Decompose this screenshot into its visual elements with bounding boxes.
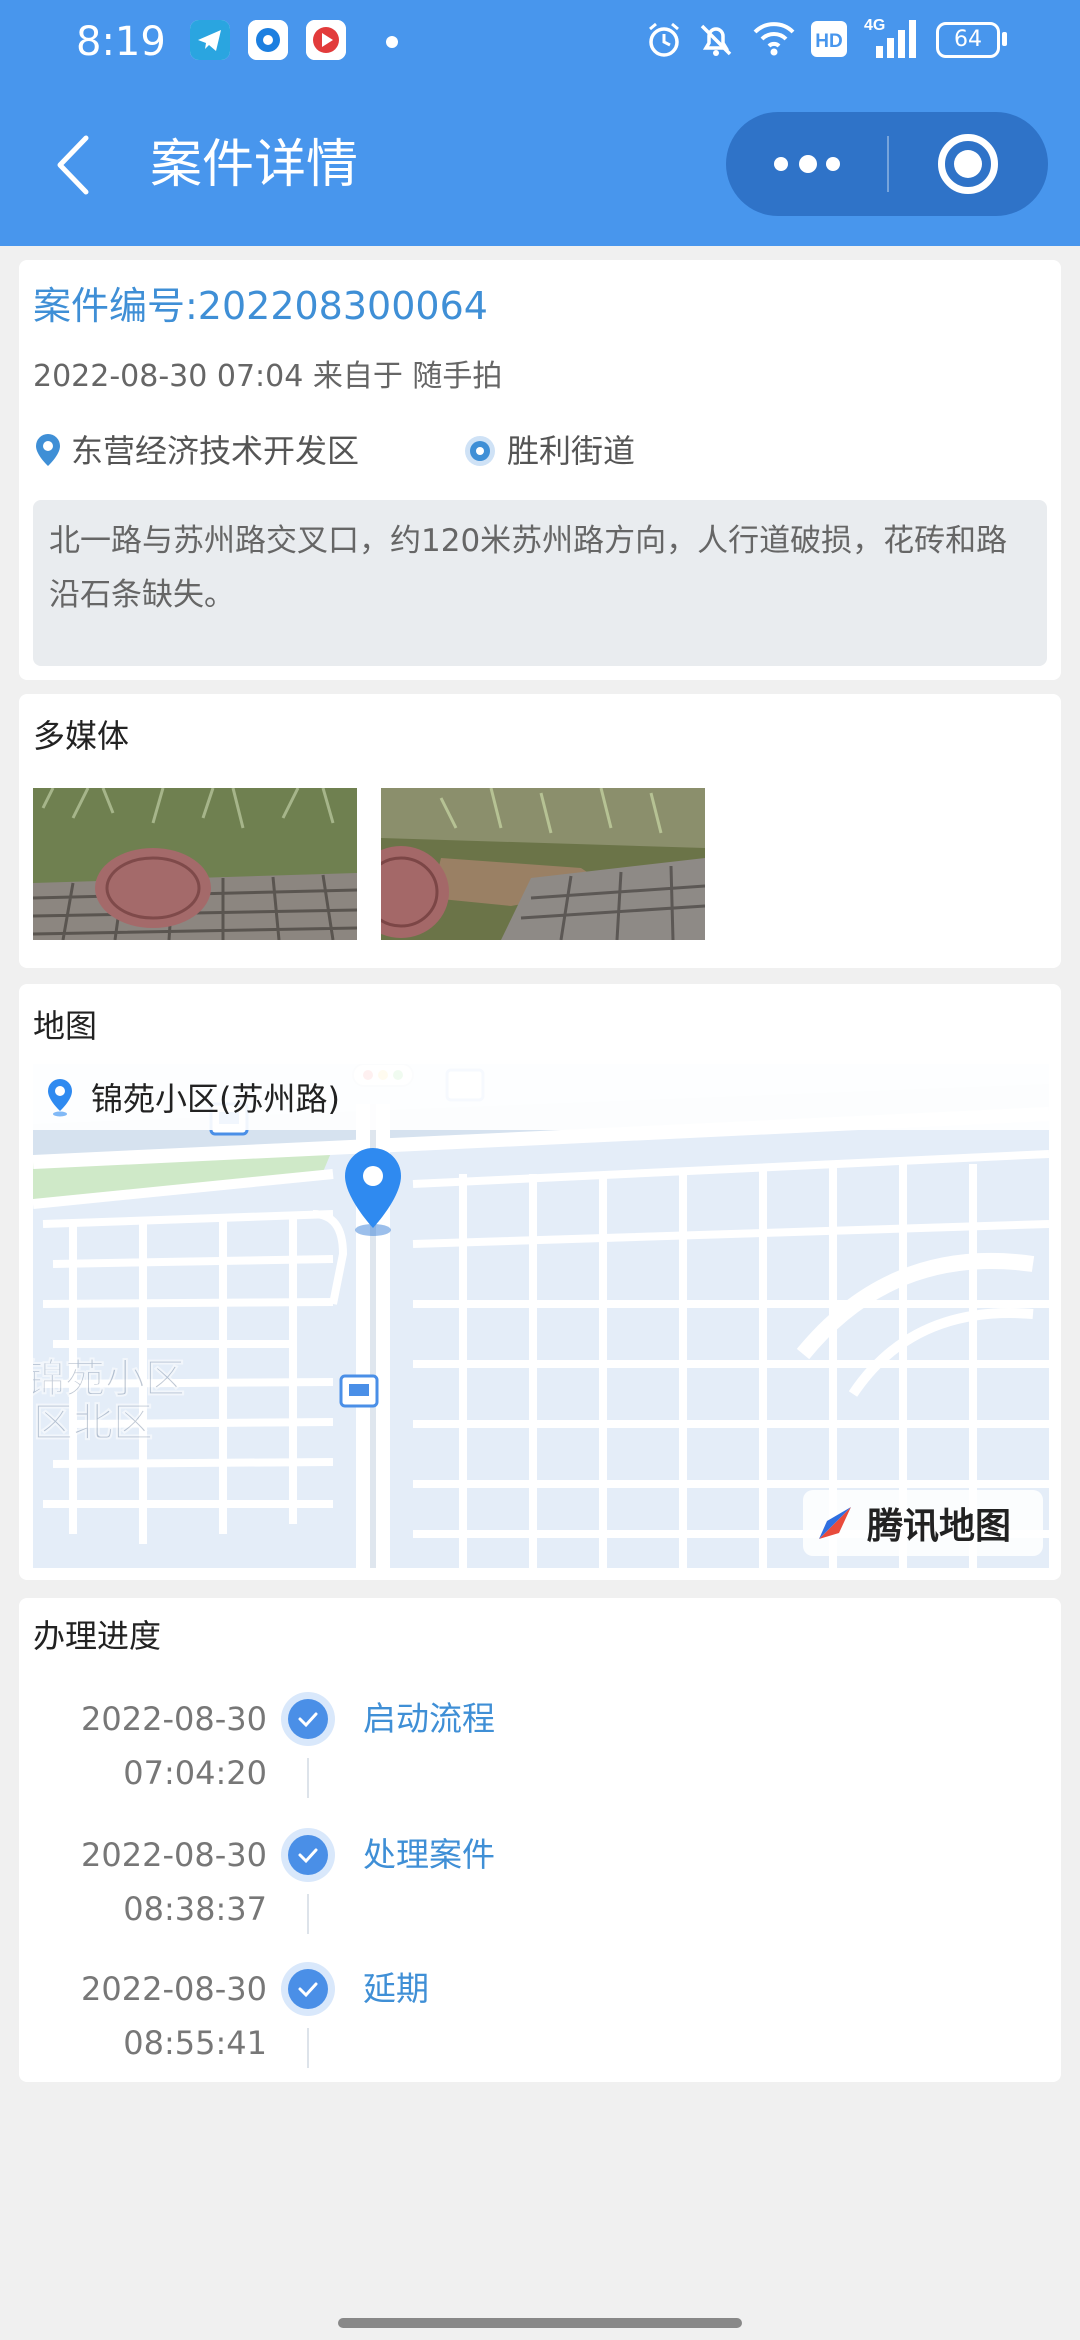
step-date: 2022-08-30 [81,1836,267,1874]
step-name: 启动流程 [363,1699,495,1738]
step-check-icon [281,1828,335,1882]
map-provider-name: 腾讯地图 [867,1506,1012,1547]
target-pin-icon [465,436,495,466]
photo-thumbnail-2 [381,788,705,940]
progress-section-title: 办理进度 [33,1617,162,1655]
more-button[interactable] [726,112,886,216]
close-miniprogram-button[interactable] [888,112,1048,216]
battery-indicator: 64 [936,22,1000,58]
street-name: 胜利街道 [507,432,636,470]
telegram-icon [190,20,230,60]
step-name: 延期 [363,1969,429,2008]
step-datetime: 2022-08-30 08:55:41 [81,1962,267,2070]
location-pin-icon [36,434,60,466]
location-pin-icon [48,1079,72,1117]
more-dot [799,155,817,173]
photo-thumbnail-1 [33,788,357,940]
district-name: 东营经济技术开发区 [71,432,360,470]
video-app-icon [306,20,346,60]
map-section-title: 地图 [33,1007,98,1045]
case-photo-2[interactable] [381,788,705,940]
step-datetime: 2022-08-30 07:04:20 [81,1692,267,1800]
back-button[interactable] [50,130,98,200]
step-check-icon [281,1692,335,1746]
chevron-left-icon [57,135,89,195]
home-indicator[interactable] [338,2318,742,2328]
step-name: 处理案件 [363,1835,495,1874]
district-label: 东营经济技术开发区 [33,428,359,474]
progress-step: 2022-08-30 07:04:20 启动流程 [19,1692,1061,1828]
page-title: 案件详情 [150,135,359,195]
step-time: 07:04:20 [123,1754,267,1792]
svg-text:HD: HD [815,31,842,52]
step-date: 2022-08-30 [81,1970,267,2008]
case-meta: 2022-08-30 07:04 来自于 随手拍 [33,359,503,394]
map-location-name: 锦苑小区(苏州路) [91,1080,340,1118]
map-view[interactable]: 锦苑小区 区北区 锦苑小区(苏州路) 腾讯地图 [33,1064,1049,1568]
progress-step: 2022-08-30 08:55:41 延期 [19,1962,1061,2098]
hd-icon: HD [811,21,847,57]
signal-icon: 4G [864,17,916,58]
step-time: 08:38:37 [123,1890,267,1928]
case-description: 北一路与苏州路交叉口，约120米苏州路方向，人行道破损，花砖和路沿石条缺失。 [33,500,1047,666]
case-info-card: 案件编号:202208300064 2022-08-30 07:04 来自于 随… [19,260,1061,680]
more-dot [774,157,788,171]
progress-step: 2022-08-30 08:38:37 处理案件 [19,1828,1061,1964]
top-bar: 8:19 HD 4G 64 案件详情 [0,0,1080,246]
step-connector [307,1894,309,1934]
battery-tip [1002,32,1007,46]
case-number: 案件编号:202208300064 [33,284,488,328]
map-area-label-2: 区北区 [33,1400,153,1446]
mute-icon [700,24,732,56]
step-check-icon [281,1962,335,2016]
step-datetime: 2022-08-30 08:38:37 [81,1828,267,1936]
tencent-map-logo-icon [819,1507,851,1539]
target-icon-core [954,150,982,178]
step-connector [307,1758,309,1798]
media-card: 多媒体 [19,694,1061,968]
alarm-icon [649,22,679,57]
map-area-label-1: 锦苑小区 [33,1356,185,1402]
map-card: 地图 锦苑小区 区北区 锦苑小区(苏州路) 腾讯地图 [19,984,1061,1580]
wifi-icon [753,22,795,56]
step-connector [307,2028,309,2068]
more-dot [826,157,840,171]
mini-program-capsule [726,112,1048,216]
status-time: 8:19 [76,19,166,65]
media-section-title: 多媒体 [33,717,130,755]
map-location-bar: 锦苑小区(苏州路) [33,1064,1049,1130]
step-date: 2022-08-30 [81,1700,267,1738]
notification-dot [386,36,398,48]
progress-card: 办理进度 2022-08-30 07:04:20 启动流程 2022-08-30… [19,1598,1061,2082]
step-time: 08:55:41 [123,2024,267,2062]
street-label: 胜利街道 [461,428,635,474]
map-provider-logo: 腾讯地图 [803,1490,1043,1556]
case-photo-1[interactable] [33,788,357,940]
svg-text:4G: 4G [864,17,885,34]
circle-app-icon [248,20,288,60]
